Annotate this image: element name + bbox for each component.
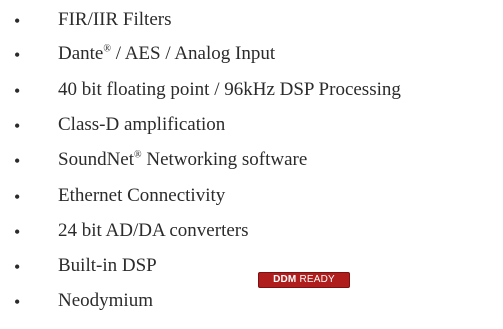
feature-text: 40 bit floating point / 96kHz DSP Proces… <box>58 78 401 102</box>
feature-label: 24 bit AD/DA converters <box>58 220 249 241</box>
bullet-icon: • <box>14 292 21 312</box>
bullet-icon: • <box>14 45 21 65</box>
feature-item: • 40 bit floating point / 96kHz DSP Proc… <box>0 74 503 104</box>
feature-item: • Built-in DSP <box>0 250 503 280</box>
feature-text: Ethernet Connectivity <box>58 184 225 208</box>
bullet-icon: • <box>14 257 21 277</box>
feature-text: Neodymium <box>58 289 153 313</box>
bullet-icon: • <box>14 187 21 207</box>
feature-item: • 24 bit AD/DA converters <box>0 215 503 245</box>
bullet-icon: • <box>14 81 21 101</box>
ddm-badge-light: READY <box>299 274 335 285</box>
feature-label-suffix: / AES / Analog Input <box>110 43 276 64</box>
feature-text: Dante® / AES / Analog Input <box>58 42 275 66</box>
feature-text: Built-in DSP <box>58 254 157 278</box>
registered-mark: ® <box>103 43 111 55</box>
feature-label: FIR/IIR Filters <box>58 9 172 30</box>
feature-label: Class-D amplification <box>58 114 226 135</box>
feature-item: • Ethernet Connectivity <box>0 180 503 210</box>
feature-item: • Neodymium <box>0 285 503 315</box>
feature-item: • Dante® / AES / Analog Input <box>0 38 503 68</box>
feature-label: 40 bit floating point / 96kHz DSP Proces… <box>58 79 401 100</box>
feature-text: Class-D amplification <box>58 113 225 137</box>
bullet-icon: • <box>14 151 21 171</box>
feature-text: SoundNet® Networking software <box>58 148 307 172</box>
bullet-icon: • <box>14 116 21 136</box>
bullet-icon: • <box>14 222 21 242</box>
feature-label: Ethernet Connectivity <box>58 185 226 206</box>
feature-label: Neodymium <box>58 290 153 311</box>
feature-item: • FIR/IIR Filters <box>0 4 503 34</box>
feature-label: SoundNet <box>58 149 134 170</box>
ddm-badge-strong: DDM <box>273 274 297 285</box>
bullet-icon: • <box>14 11 21 31</box>
ddm-ready-badge: DDM READY <box>258 272 350 288</box>
feature-label: Built-in DSP <box>58 255 157 276</box>
feature-item: • Class-D amplification <box>0 109 503 139</box>
feature-label: Dante <box>58 43 104 64</box>
feature-item: • SoundNet® Networking software <box>0 144 503 174</box>
registered-mark: ® <box>134 149 142 161</box>
feature-label-suffix: Networking software <box>141 149 308 170</box>
feature-text: FIR/IIR Filters <box>58 8 171 32</box>
feature-text: 24 bit AD/DA converters <box>58 219 249 243</box>
